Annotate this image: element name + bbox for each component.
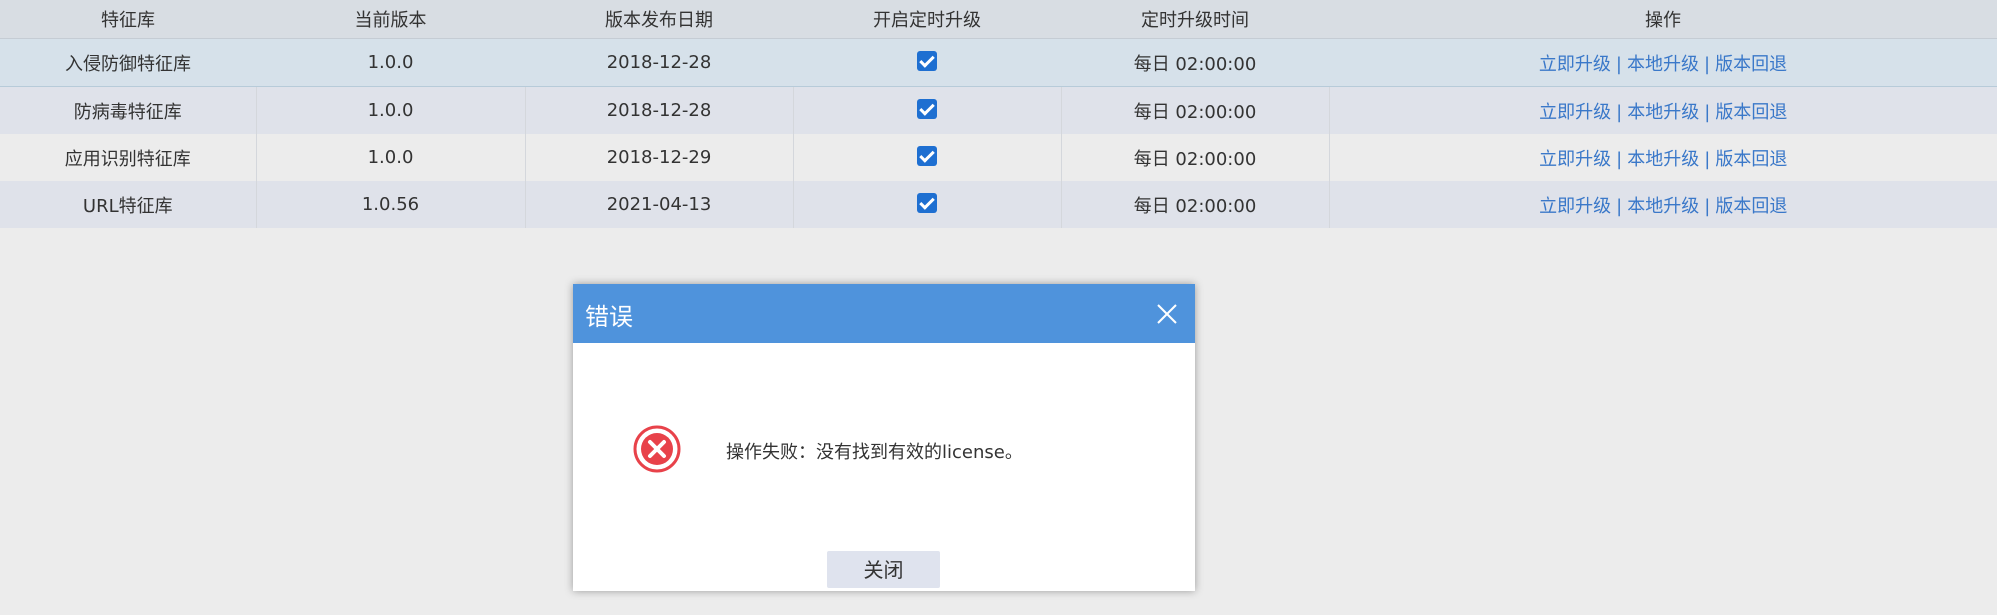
- local-upgrade-link[interactable]: 本地升级: [1627, 149, 1699, 170]
- signature-library-table: 特征库 当前版本 版本发布日期 开启定时升级 定时升级时间 操作 入侵防御特征库…: [0, 0, 1997, 228]
- cell-schedule: 每日 02:00:00: [1061, 86, 1330, 134]
- action-separator: |: [1704, 195, 1711, 217]
- auto-upgrade-checkbox[interactable]: [917, 193, 937, 213]
- header-library: 特征库: [0, 0, 256, 39]
- cell-library-name: 入侵防御特征库: [0, 38, 256, 87]
- action-separator: |: [1616, 101, 1623, 123]
- error-icon: [633, 425, 681, 473]
- rollback-link[interactable]: 版本回退: [1715, 102, 1787, 123]
- action-separator: |: [1616, 148, 1623, 170]
- error-dialog: 错误 操作失败：没有找到有效的license。 关闭: [573, 284, 1195, 591]
- auto-upgrade-checkbox[interactable]: [917, 99, 937, 119]
- upgrade-now-link[interactable]: 立即升级: [1539, 54, 1611, 75]
- rollback-link[interactable]: 版本回退: [1715, 54, 1787, 75]
- cell-release-date: 2018-12-29: [525, 134, 794, 181]
- cell-auto-upgrade: [793, 134, 1062, 181]
- cell-release-date: 2021-04-13: [525, 181, 794, 228]
- cell-auto-upgrade: [793, 38, 1061, 87]
- close-icon[interactable]: [1155, 302, 1179, 326]
- cell-actions: 立即升级 | 本地升级 | 版本回退: [1329, 38, 1997, 87]
- rollback-link[interactable]: 版本回退: [1715, 196, 1787, 217]
- page: 特征库 当前版本 版本发布日期 开启定时升级 定时升级时间 操作 入侵防御特征库…: [0, 0, 1997, 615]
- action-separator: |: [1704, 148, 1711, 170]
- cell-version: 1.0.0: [256, 38, 525, 87]
- cell-version: 1.0.0: [256, 134, 526, 181]
- auto-upgrade-checkbox[interactable]: [917, 51, 937, 71]
- action-separator: |: [1616, 195, 1623, 217]
- cell-version: 1.0.56: [256, 181, 526, 228]
- rollback-link[interactable]: 版本回退: [1715, 149, 1787, 170]
- cell-actions: 立即升级 | 本地升级 | 版本回退: [1329, 86, 1997, 134]
- upgrade-now-link[interactable]: 立即升级: [1539, 196, 1611, 217]
- action-separator: |: [1704, 101, 1711, 123]
- header-release-date: 版本发布日期: [525, 0, 793, 39]
- table-row[interactable]: 应用识别特征库 1.0.0 2018-12-29 每日 02:00:00 立即升…: [0, 134, 1997, 181]
- header-upgrade-time: 定时升级时间: [1061, 0, 1329, 39]
- header-actions: 操作: [1329, 0, 1997, 39]
- close-button[interactable]: 关闭: [827, 551, 940, 588]
- action-separator: |: [1704, 53, 1711, 75]
- cell-library-name: 应用识别特征库: [0, 134, 257, 181]
- cell-actions: 立即升级 | 本地升级 | 版本回退: [1329, 134, 1997, 181]
- upgrade-now-link[interactable]: 立即升级: [1539, 149, 1611, 170]
- table-row[interactable]: URL特征库 1.0.56 2021-04-13 每日 02:00:00 立即升…: [0, 181, 1997, 228]
- local-upgrade-link[interactable]: 本地升级: [1627, 196, 1699, 217]
- cell-release-date: 2018-12-28: [525, 38, 793, 87]
- cell-actions: 立即升级 | 本地升级 | 版本回退: [1329, 181, 1997, 228]
- cell-release-date: 2018-12-28: [525, 86, 794, 134]
- cell-schedule: 每日 02:00:00: [1061, 181, 1330, 228]
- dialog-header: 错误: [573, 284, 1195, 343]
- cell-schedule: 每日 02:00:00: [1061, 38, 1329, 87]
- table-header-row: 特征库 当前版本 版本发布日期 开启定时升级 定时升级时间 操作: [0, 0, 1997, 39]
- cell-auto-upgrade: [793, 181, 1062, 228]
- table-row[interactable]: 防病毒特征库 1.0.0 2018-12-28 每日 02:00:00 立即升级…: [0, 86, 1997, 134]
- table-row[interactable]: 入侵防御特征库 1.0.0 2018-12-28 每日 02:00:00 立即升…: [0, 38, 1997, 87]
- upgrade-now-link[interactable]: 立即升级: [1539, 102, 1611, 123]
- header-current-version: 当前版本: [256, 0, 525, 39]
- cell-library-name: 防病毒特征库: [0, 86, 257, 134]
- dialog-title: 错误: [585, 303, 633, 331]
- error-message: 操作失败：没有找到有效的license。: [726, 442, 1023, 463]
- cell-library-name: URL特征库: [0, 181, 257, 228]
- local-upgrade-link[interactable]: 本地升级: [1627, 54, 1699, 75]
- action-separator: |: [1615, 53, 1622, 75]
- cell-version: 1.0.0: [256, 86, 526, 134]
- header-auto-upgrade: 开启定时升级: [793, 0, 1061, 39]
- cell-auto-upgrade: [793, 86, 1062, 134]
- local-upgrade-link[interactable]: 本地升级: [1627, 102, 1699, 123]
- auto-upgrade-checkbox[interactable]: [917, 146, 937, 166]
- cell-schedule: 每日 02:00:00: [1061, 134, 1330, 181]
